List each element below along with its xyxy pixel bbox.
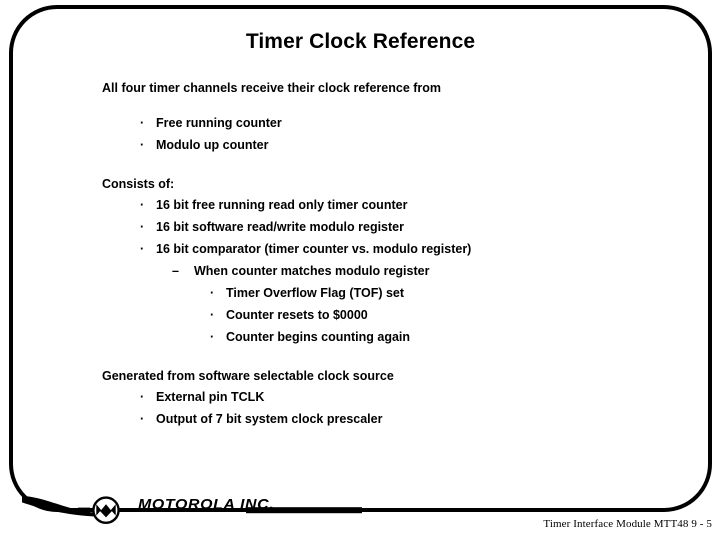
body-line-text: Generated from software selectable clock… — [102, 369, 394, 383]
square-bullet-icon: · — [210, 308, 215, 322]
body-line-text: External pin TCLK — [156, 390, 265, 404]
square-bullet-icon: · — [210, 330, 215, 344]
body-line: · Output of 7 bit system clock prescaler — [140, 408, 721, 430]
body-line: · Modulo up counter — [140, 134, 721, 156]
slide: Timer Clock Reference All four timer cha… — [0, 0, 721, 541]
body-line-text: All four timer channels receive their cl… — [102, 81, 442, 95]
footer-reference: Timer Interface Module MTT48 9 - 5 — [543, 518, 712, 530]
body-line-text: When counter matches modulo register — [194, 264, 430, 278]
body-line: · 16 bit free running read only timer co… — [140, 194, 721, 216]
body-line: · External pin TCLK — [140, 386, 721, 408]
body-line-text: Output of 7 bit system clock prescaler — [156, 412, 383, 426]
body-line: · 16 bit software read/write modulo regi… — [140, 216, 721, 238]
square-bullet-icon: · — [140, 390, 145, 404]
body-line: · Timer Overflow Flag (TOF) set — [210, 282, 721, 304]
body-line: All four timer channels receive their cl… — [102, 78, 721, 98]
slide-body: All four timer channels receive their cl… — [0, 78, 721, 430]
body-line: Generated from software selectable clock… — [102, 366, 721, 386]
body-line: Consists of: — [102, 174, 721, 194]
body-line-text: Free running counter — [156, 116, 282, 130]
square-bullet-icon: · — [210, 286, 215, 300]
body-line: · Counter resets to $0000 — [210, 304, 721, 326]
motorola-logo: MOTOROLA INC. — [22, 488, 382, 530]
motorola-wordmark: MOTOROLA INC. — [138, 496, 275, 513]
body-line: · 16 bit comparator (timer counter vs. m… — [140, 238, 721, 260]
body-line: · Counter begins counting again — [210, 326, 721, 348]
body-line-text: 16 bit software read/write modulo regist… — [156, 220, 404, 234]
body-line-text: Consists of: — [102, 177, 175, 191]
square-bullet-icon: · — [140, 242, 145, 256]
square-bullet-icon: · — [140, 116, 145, 130]
dash-bullet-icon: – — [172, 264, 179, 278]
square-bullet-icon: · — [140, 138, 145, 152]
body-line-text: 16 bit comparator (timer counter vs. mod… — [156, 242, 472, 256]
body-line-text: Modulo up counter — [156, 138, 269, 152]
body-line-text: Counter begins counting again — [226, 330, 411, 344]
body-line: – When counter matches modulo register — [172, 260, 721, 282]
square-bullet-icon: · — [140, 412, 145, 426]
square-bullet-icon: · — [140, 198, 145, 212]
square-bullet-icon: · — [140, 220, 145, 234]
body-line-text: Timer Overflow Flag (TOF) set — [226, 286, 405, 300]
page-title: Timer Clock Reference — [245, 30, 476, 53]
body-line-text: 16 bit free running read only timer coun… — [156, 198, 408, 212]
body-line-text: Counter resets to $0000 — [226, 308, 368, 322]
body-line: · Free running counter — [140, 112, 721, 134]
